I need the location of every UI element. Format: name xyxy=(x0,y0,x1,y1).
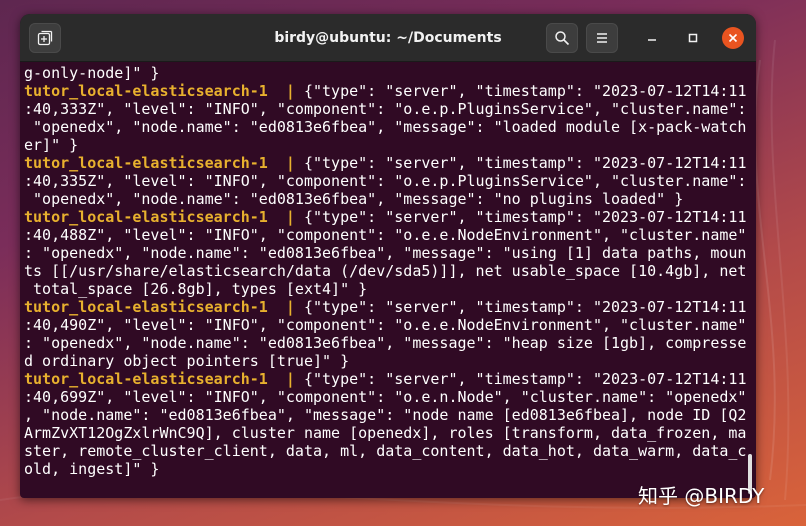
terminal-line: tutor_local-elasticsearch-1 | {"type": "… xyxy=(24,370,746,388)
hamburger-menu-icon xyxy=(597,33,607,43)
log-text: , "node.name": "ed0813e6fbea", "message"… xyxy=(24,406,746,424)
service-name: tutor_local-elasticsearch-1 xyxy=(24,370,268,388)
new-tab-icon xyxy=(37,30,53,46)
terminal-line: :40,333Z", "level": "INFO", "component":… xyxy=(24,100,746,118)
log-text: :40,333Z", "level": "INFO", "component":… xyxy=(24,100,746,118)
terminal-line: er]" } xyxy=(24,136,746,154)
separator: | xyxy=(267,370,304,388)
log-text: {"type": "server", "timestamp": "2023-07… xyxy=(303,82,746,100)
log-text: ster, remote_cluster_client, data, ml, d… xyxy=(24,442,746,460)
log-text: {"type": "server", "timestamp": "2023-07… xyxy=(303,298,746,316)
terminal-line: "openedx", "node.name": "ed0813e6fbea", … xyxy=(24,190,746,208)
terminal-line: g-only-node]" } xyxy=(24,64,746,82)
terminal-line: tutor_local-elasticsearch-1 | {"type": "… xyxy=(24,82,746,100)
minimize-button[interactable] xyxy=(642,28,662,48)
maximize-icon xyxy=(688,33,698,43)
log-text: :40,488Z", "level": "INFO", "component":… xyxy=(24,226,746,244)
terminal-line: "openedx", "node.name": "ed0813e6fbea", … xyxy=(24,118,746,136)
service-name: tutor_local-elasticsearch-1 xyxy=(24,298,268,316)
log-text: :40,490Z", "level": "INFO", "component":… xyxy=(24,316,746,334)
log-text: ts [[/usr/share/elasticsearch/data (/dev… xyxy=(24,262,746,280)
log-text: d ordinary object pointers [true]" } xyxy=(24,352,350,370)
close-button[interactable] xyxy=(722,27,744,49)
terminal-line: , "node.name": "ed0813e6fbea", "message"… xyxy=(24,406,746,424)
log-text: :40,699Z", "level": "INFO", "component":… xyxy=(24,388,746,406)
log-text: : "openedx", "node.name": "ed0813e6fbea"… xyxy=(24,244,746,262)
log-text: ArmZvXT12OgZxlrWnC9Q], cluster name [ope… xyxy=(24,424,746,442)
terminal-window: birdy@ubuntu: ~/Documents g-only-node]" … xyxy=(20,14,756,498)
terminal-line: :40,335Z", "level": "INFO", "component":… xyxy=(24,172,746,190)
log-text: g-only-node]" } xyxy=(24,64,160,82)
terminal-line: old, ingest]" } xyxy=(24,460,746,478)
new-tab-button[interactable] xyxy=(29,23,61,53)
terminal-line: tutor_local-elasticsearch-1 | {"type": "… xyxy=(24,154,746,172)
terminal-line: ts [[/usr/share/elasticsearch/data (/dev… xyxy=(24,262,746,280)
search-button[interactable] xyxy=(546,23,578,53)
terminal-line: : "openedx", "node.name": "ed0813e6fbea"… xyxy=(24,334,746,352)
terminal-line: tutor_local-elasticsearch-1 | {"type": "… xyxy=(24,298,746,316)
log-text: {"type": "server", "timestamp": "2023-07… xyxy=(303,154,746,172)
log-text: "openedx", "node.name": "ed0813e6fbea", … xyxy=(24,118,746,136)
log-text: old, ingest]" } xyxy=(24,460,160,478)
terminal-line: d ordinary object pointers [true]" } xyxy=(24,352,746,370)
separator: | xyxy=(267,208,304,226)
separator: | xyxy=(267,154,304,172)
maximize-button[interactable] xyxy=(683,28,703,48)
log-text: : "openedx", "node.name": "ed0813e6fbea"… xyxy=(24,334,746,352)
terminal-line: :40,488Z", "level": "INFO", "component":… xyxy=(24,226,746,244)
title-bar: birdy@ubuntu: ~/Documents xyxy=(20,14,756,62)
service-name: tutor_local-elasticsearch-1 xyxy=(24,208,268,226)
terminal-line: :40,699Z", "level": "INFO", "component":… xyxy=(24,388,746,406)
terminal-line: : "openedx", "node.name": "ed0813e6fbea"… xyxy=(24,244,746,262)
terminal-output[interactable]: g-only-node]" } tutor_local-elasticsearch… xyxy=(24,64,746,494)
log-text: :40,335Z", "level": "INFO", "component":… xyxy=(24,172,746,190)
separator: | xyxy=(267,298,304,316)
terminal-line: :40,490Z", "level": "INFO", "component":… xyxy=(24,316,746,334)
terminal-line: ArmZvXT12OgZxlrWnC9Q], cluster name [ope… xyxy=(24,424,746,442)
log-text: er]" } xyxy=(24,136,79,154)
log-text: total_space [26.8gb], types [ext4]" } xyxy=(24,280,368,298)
terminal-line: total_space [26.8gb], types [ext4]" } xyxy=(24,280,746,298)
close-icon xyxy=(728,33,738,43)
log-text: {"type": "server", "timestamp": "2023-07… xyxy=(303,208,746,226)
separator: | xyxy=(267,82,304,100)
minimize-icon xyxy=(648,39,656,41)
terminal-line: ster, remote_cluster_client, data, ml, d… xyxy=(24,442,746,460)
service-name: tutor_local-elasticsearch-1 xyxy=(24,82,268,100)
log-text: "openedx", "node.name": "ed0813e6fbea", … xyxy=(24,190,684,208)
log-text: {"type": "server", "timestamp": "2023-07… xyxy=(303,370,746,388)
service-name: tutor_local-elasticsearch-1 xyxy=(24,154,268,172)
search-icon xyxy=(555,31,570,46)
terminal-line: tutor_local-elasticsearch-1 | {"type": "… xyxy=(24,208,746,226)
menu-button[interactable] xyxy=(586,23,618,53)
watermark: 知乎 @BIRDY xyxy=(638,484,765,508)
